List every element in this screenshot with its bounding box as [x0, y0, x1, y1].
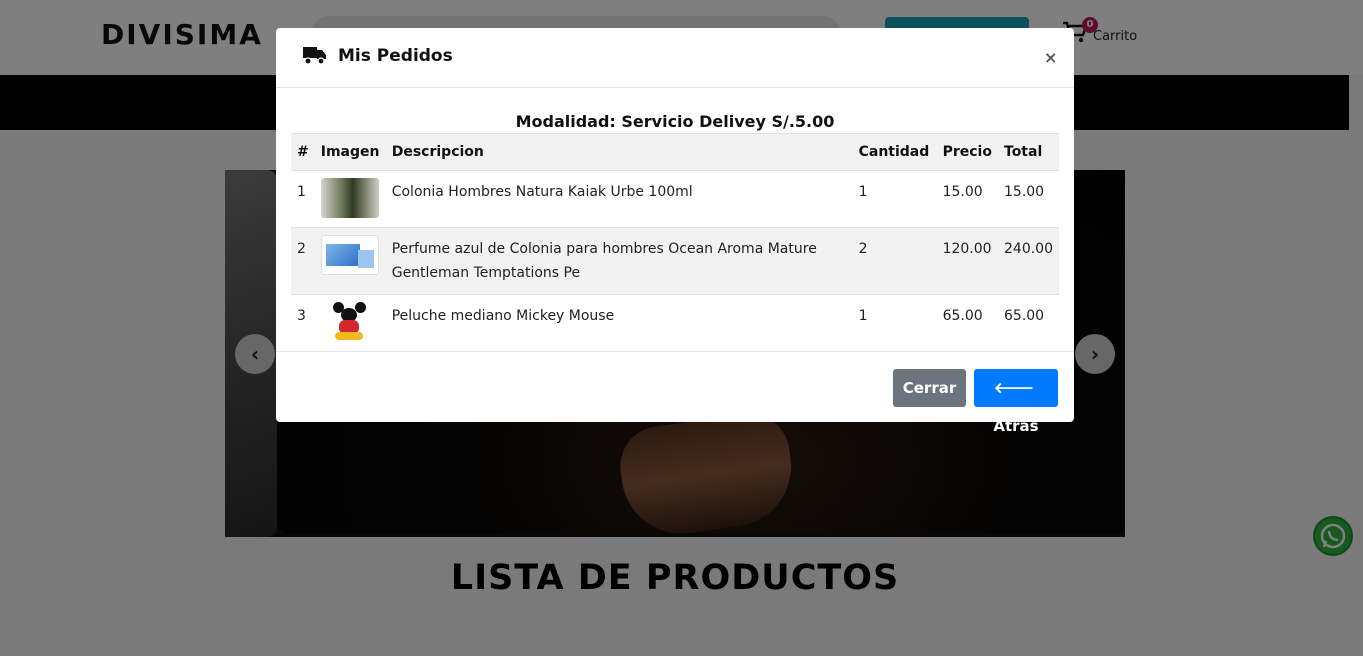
column-header-total: Total [1004, 144, 1043, 160]
orders-table: # Imagen Descripcion Cantidad Precio Tot… [291, 133, 1059, 351]
modal-footer: Cerrar 🡐 Atras [276, 351, 1074, 435]
column-header-quantity: Cantidad [858, 144, 930, 160]
delivery-mode: Modalidad: Servicio Delivey S/.5.00 [515, 112, 835, 131]
modal-title: Mis Pedidos [338, 46, 453, 66]
column-header-price: Precio [942, 144, 992, 160]
close-icon[interactable]: × [1044, 48, 1057, 67]
table-row: 2 Perfume azul de Colonia para hombres O… [291, 227, 1059, 295]
row-total: 240.00 [1004, 241, 1053, 257]
row-description: Colonia Hombres Natura Kaiak Urbe 100ml [391, 184, 693, 200]
table-row: 3 Peluche mediano Mickey Mouse 1 65.00 6… [291, 295, 1059, 352]
row-price: 120.00 [942, 241, 992, 257]
row-description: Peluche mediano Mickey Mouse [391, 308, 615, 324]
row-quantity: 1 [858, 308, 868, 324]
product-image [320, 235, 379, 275]
column-header-number: # [297, 144, 309, 160]
row-quantity: 1 [858, 184, 868, 200]
row-number: 2 [297, 241, 306, 257]
row-image [315, 228, 386, 295]
arrow-left-icon: 🡐 [993, 379, 1035, 397]
row-description: Perfume azul de Colonia para hombres Oce… [391, 241, 817, 281]
column-header-image: Imagen [320, 144, 380, 160]
row-quantity: 2 [858, 241, 868, 257]
orders-modal: Mis Pedidos × Modalidad: Servicio Delive… [276, 28, 1074, 435]
row-number: 1 [297, 184, 306, 200]
table-header-row: # Imagen Descripcion Cantidad Precio Tot… [291, 133, 1059, 171]
row-number: 3 [297, 308, 306, 324]
row-price: 15.00 [942, 184, 983, 200]
table-row: 1 Colonia Hombres Natura Kaiak Urbe 100m… [291, 171, 1059, 228]
row-image [315, 171, 386, 228]
column-header-description: Descripcion [391, 144, 484, 160]
row-total: 65.00 [1004, 308, 1045, 324]
product-image [320, 178, 379, 218]
row-image [315, 295, 386, 352]
modal-header: Mis Pedidos × [276, 28, 1074, 88]
back-button[interactable]: 🡐 Atras [974, 369, 1058, 435]
row-total: 15.00 [1004, 184, 1045, 200]
product-image [320, 302, 379, 342]
row-price: 65.00 [942, 308, 983, 324]
truck-icon [303, 47, 326, 65]
close-button[interactable]: Cerrar [893, 369, 966, 407]
back-button-label: Atras [993, 417, 1039, 435]
